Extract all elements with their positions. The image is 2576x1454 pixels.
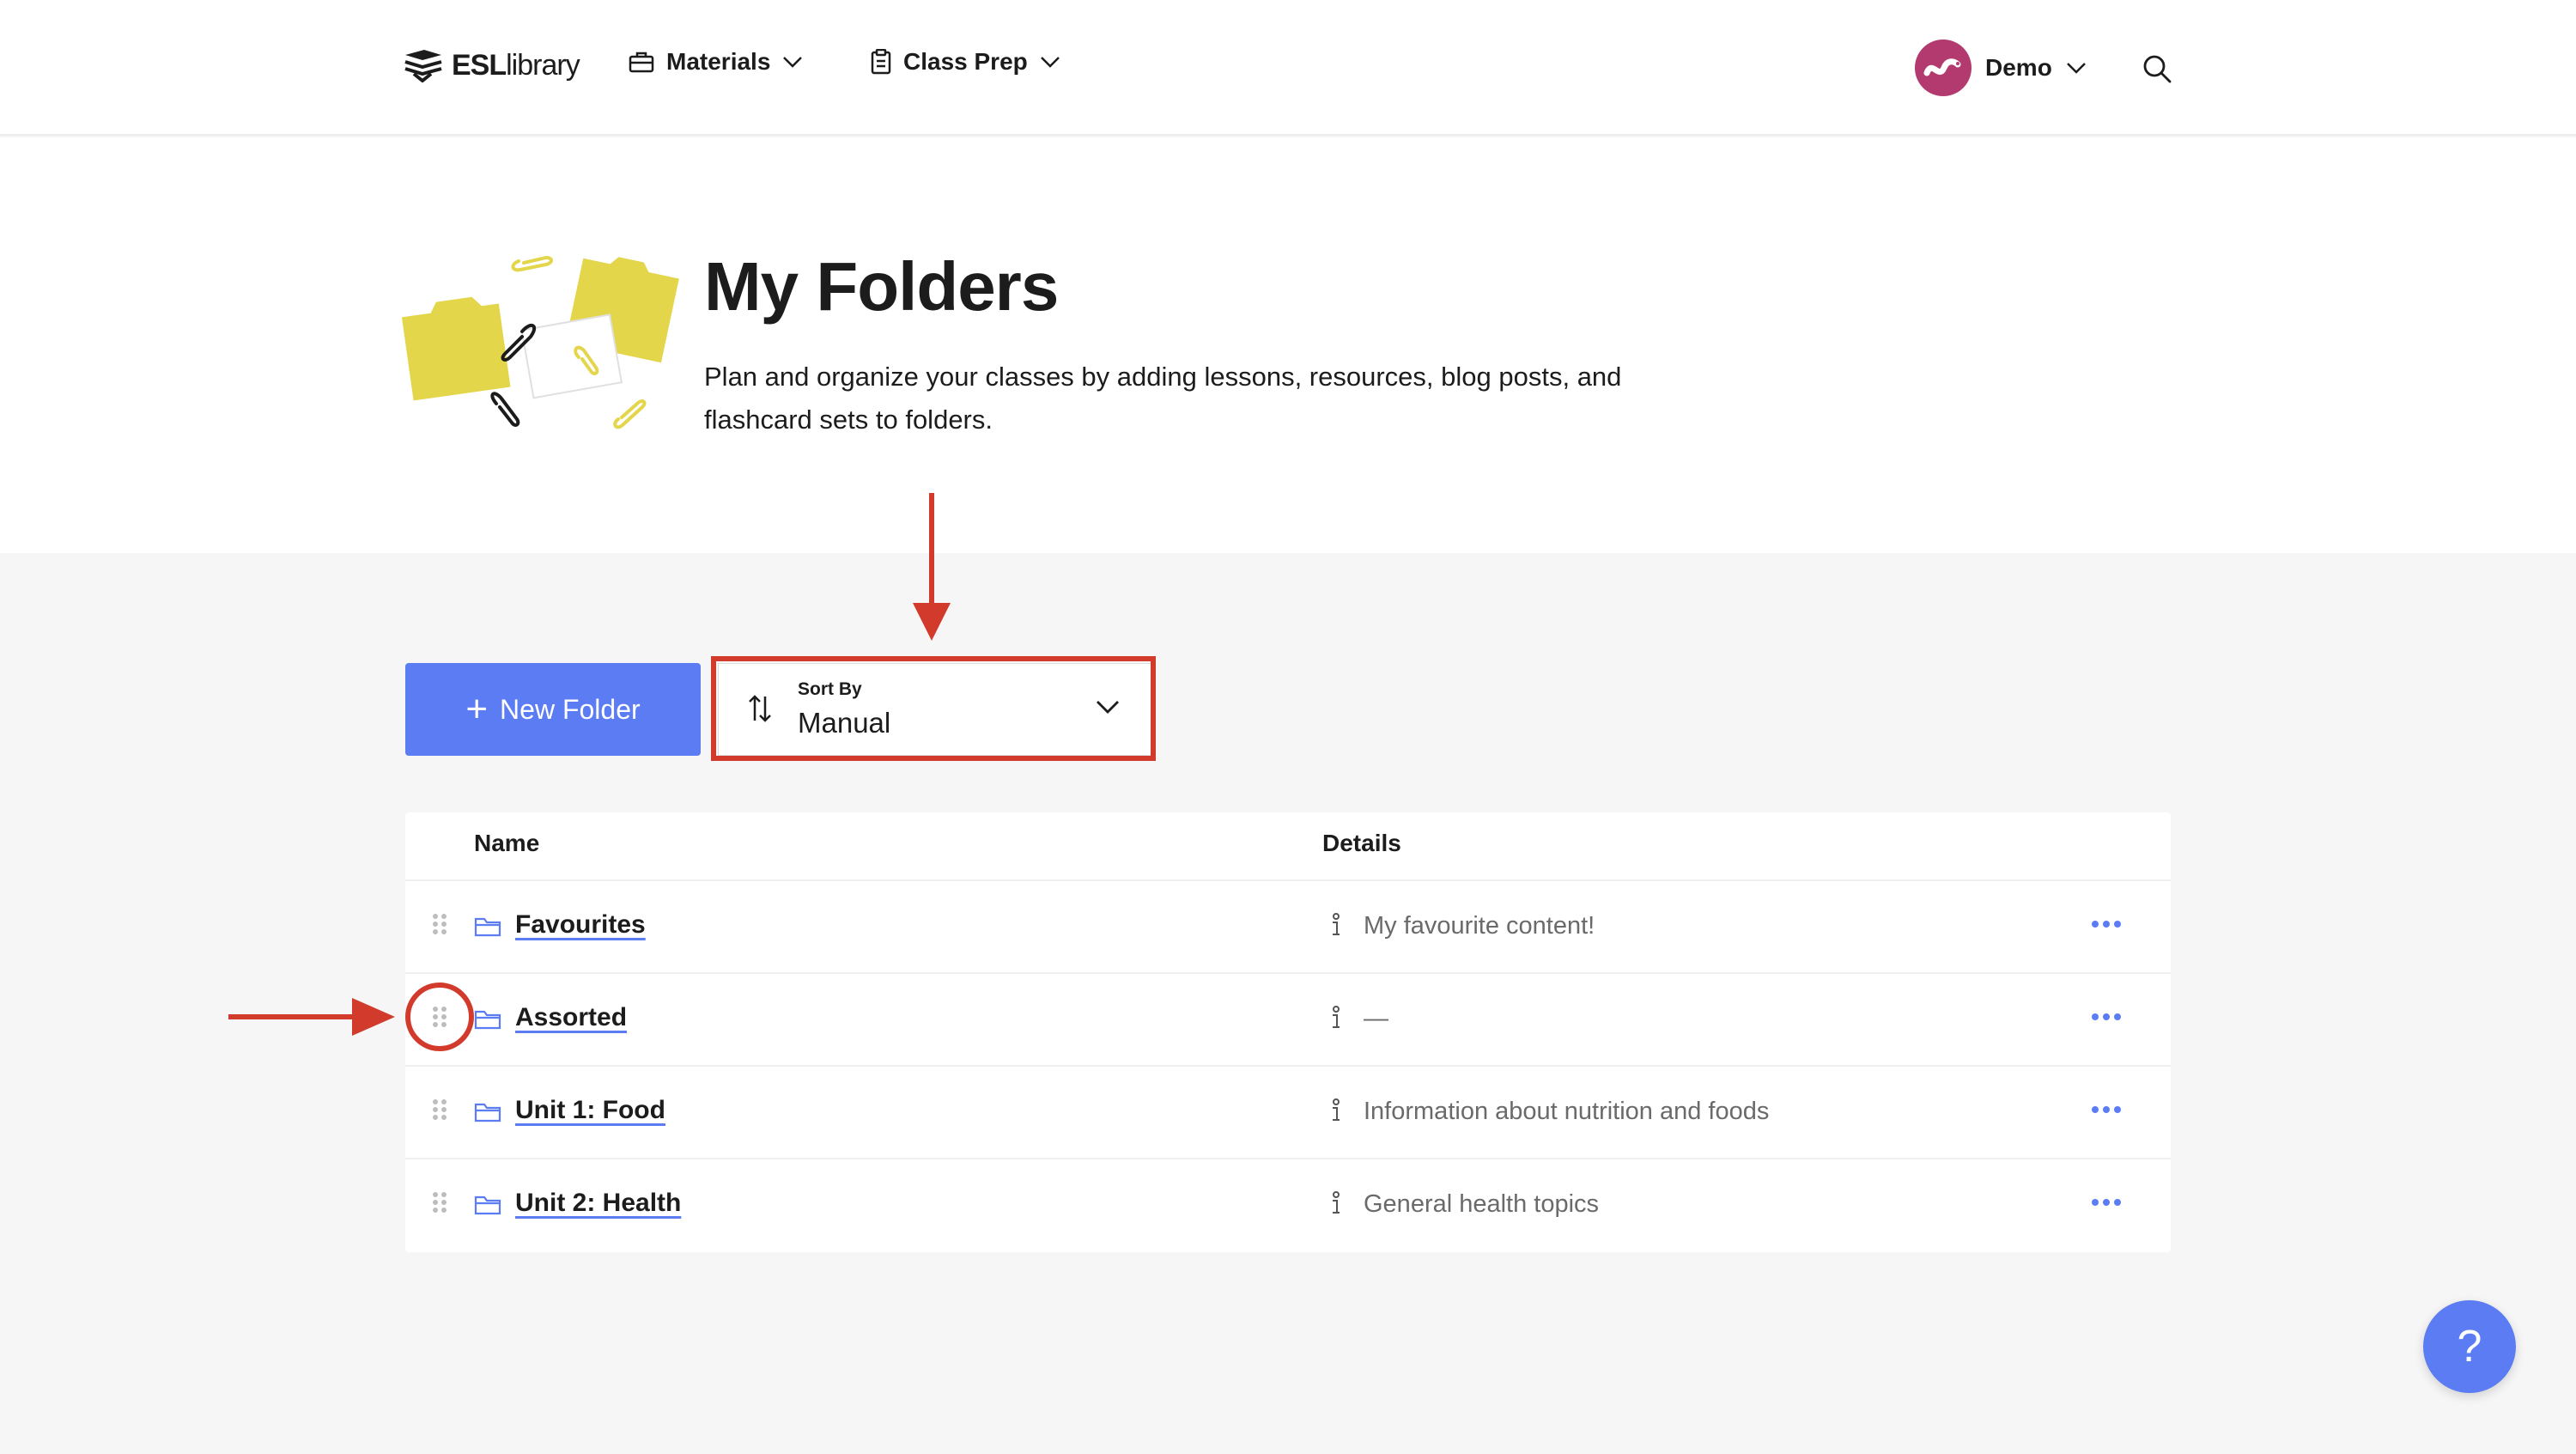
chevron-down-icon xyxy=(1040,57,1060,68)
chevron-down-icon xyxy=(783,57,803,68)
new-folder-button[interactable]: + New Folder xyxy=(405,663,701,756)
annotation-highlight-box xyxy=(711,656,1156,761)
table-row[interactable]: Favourites My favourite content! xyxy=(405,881,2171,974)
search-button[interactable] xyxy=(2142,53,2172,88)
table-header: Name Details xyxy=(405,812,2171,881)
folder-icon xyxy=(474,1195,501,1215)
page-title: My Folders xyxy=(704,248,1059,325)
table-row[interactable]: Unit 1: Food Information about nutrition… xyxy=(405,1067,2171,1159)
book-stack-icon xyxy=(404,50,442,82)
folders-illustration xyxy=(402,255,679,429)
esl-library-logo[interactable]: ESLlibrary xyxy=(404,48,580,82)
more-options-button[interactable] xyxy=(2085,907,2128,941)
folder-link[interactable]: Unit 1: Food xyxy=(515,1096,665,1125)
folders-table: Name Details Favourites My favourite con… xyxy=(405,812,2171,1252)
hero-section: My Folders Plan and organize your classe… xyxy=(0,137,2576,553)
folder-icon xyxy=(474,1010,501,1030)
folder-details: Information about nutrition and foods xyxy=(1364,1098,1770,1125)
table-row[interactable]: Unit 2: Health General health topics xyxy=(405,1159,2171,1252)
plus-icon: + xyxy=(465,688,489,730)
nav-class-prep[interactable]: Class Prep xyxy=(871,48,1060,76)
annotation-highlight-circle xyxy=(405,983,474,1051)
avatar xyxy=(1915,40,1971,96)
info-icon xyxy=(1333,1191,1340,1214)
folder-link[interactable]: Unit 2: Health xyxy=(515,1189,681,1218)
search-icon xyxy=(2143,55,2172,83)
table-row[interactable]: Assorted — xyxy=(405,974,2171,1067)
folder-link[interactable]: Assorted xyxy=(515,1003,627,1032)
nav-materials[interactable]: Materials xyxy=(629,48,803,76)
info-icon xyxy=(1333,913,1340,935)
folder-details: General health topics xyxy=(1364,1190,1600,1218)
info-icon xyxy=(1333,1098,1340,1121)
user-menu[interactable]: Demo xyxy=(1915,40,2087,96)
chevron-down-icon xyxy=(2066,63,2086,74)
more-options-button[interactable] xyxy=(2085,1000,2128,1034)
annotation-arrow-down xyxy=(913,493,951,641)
new-folder-label: New Folder xyxy=(500,693,641,725)
column-header-details: Details xyxy=(1322,830,1401,856)
drag-handle-icon[interactable] xyxy=(431,1098,448,1122)
column-header-name: Name xyxy=(474,830,540,856)
worm-avatar-icon xyxy=(1923,58,1961,76)
info-icon xyxy=(1333,1006,1340,1028)
help-button[interactable]: ? xyxy=(2423,1300,2516,1393)
clipboard-icon xyxy=(871,49,891,75)
logo-text: ESLlibrary xyxy=(452,48,580,82)
drag-handle-icon[interactable] xyxy=(431,912,448,936)
more-options-button[interactable] xyxy=(2085,1092,2128,1127)
drag-handle-icon[interactable] xyxy=(431,1190,448,1214)
folder-icon xyxy=(474,1103,501,1122)
top-navigation-bar: ESLlibrary Materials Class Prep Demo xyxy=(0,0,2576,136)
folder-details: — xyxy=(1364,1005,1388,1032)
folder-details: My favourite content! xyxy=(1364,912,1595,940)
user-name: Demo xyxy=(1985,54,2052,81)
nav-materials-label: Materials xyxy=(666,48,771,75)
briefcase-icon xyxy=(629,52,654,73)
annotation-arrow-right xyxy=(228,998,395,1036)
folder-icon xyxy=(474,917,501,937)
page-description: Plan and organize your classes by adding… xyxy=(704,362,1622,435)
nav-class-prep-label: Class Prep xyxy=(903,48,1028,75)
folder-link[interactable]: Favourites xyxy=(515,910,646,940)
more-options-button[interactable] xyxy=(2085,1185,2128,1220)
